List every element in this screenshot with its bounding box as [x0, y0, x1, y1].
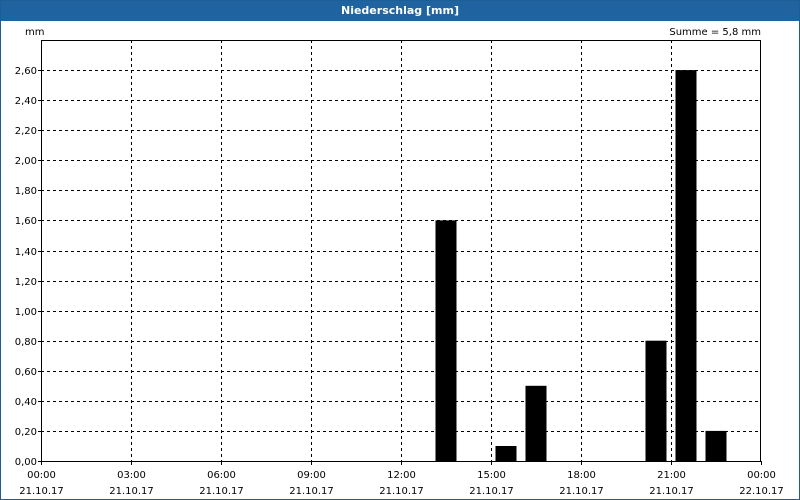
x-tick-time-label: 15:00	[477, 470, 506, 481]
chart-title: Niederschlag [mm]	[1, 1, 799, 21]
y-tick-label: 0,60	[15, 367, 37, 378]
x-tick-labels: 00:00 21.10.17 03:00 21.10.17 06:00 21.10.17 0…	[19, 470, 784, 497]
precipitation-bar	[705, 430, 727, 461]
x-tick-date-label: 21.10.17	[199, 486, 244, 497]
x-tick-date-label: 21.10.17	[379, 486, 424, 497]
y-tick-label: 2,00	[15, 156, 37, 167]
x-tick-date-label: 21.10.17	[109, 486, 154, 497]
x-tick-time-label: 12:00	[387, 470, 416, 481]
x-tick-date-label: 21.10.17	[469, 486, 514, 497]
y-tick-label: 0,80	[15, 337, 37, 348]
y-tick-label: 1,60	[15, 216, 37, 227]
x-tick-time-label: 00:00	[747, 470, 776, 481]
precipitation-bar	[495, 446, 517, 461]
x-tick-time-label: 18:00	[567, 470, 596, 481]
x-tick-time-label: 03:00	[117, 470, 146, 481]
x-tick-time-label: 21:00	[657, 470, 686, 481]
y-tick-label: 2,60	[15, 66, 37, 77]
y-tick-label: 1,00	[15, 307, 37, 318]
precipitation-bar	[435, 220, 457, 461]
x-tick-date-label: 21.10.17	[289, 486, 334, 497]
y-tick-label: 0,20	[15, 427, 37, 438]
chart-window: Niederschlag [mm] 0,00 0,20 0,40 0,60 0,80 1,…	[0, 0, 800, 500]
y-tick-labels: 0,00 0,20 0,40 0,60 0,80 1,00 1,20 1,40 1,60 1,80…	[15, 66, 37, 468]
x-tick-time-label: 00:00	[27, 470, 56, 481]
precipitation-bar	[675, 70, 697, 461]
x-tick-time-label: 06:00	[207, 470, 236, 481]
y-tick-label: 0,40	[15, 397, 37, 408]
sum-label: Summe = 5,8 mm	[669, 27, 761, 38]
y-tick-label: 1,20	[15, 277, 37, 288]
x-tick-date-label: 21.10.17	[19, 486, 64, 497]
x-tick-time-label: 09:00	[297, 470, 326, 481]
y-axis-unit-label: mm	[25, 27, 44, 38]
x-tick-date-label: 21.10.17	[649, 486, 694, 497]
y-tick-label: 2,20	[15, 126, 37, 137]
x-tick-date-label: 22.10.17	[739, 486, 784, 497]
x-tick-date-label: 21.10.17	[559, 486, 604, 497]
y-tick-label: 1,80	[15, 186, 37, 197]
precipitation-bar	[525, 385, 547, 461]
y-tick-label: 0,00	[15, 457, 37, 468]
precipitation-bar	[645, 340, 667, 461]
precipitation-chart: 0,00 0,20 0,40 0,60 0,80 1,00 1,20 1,40 1,60 1,80…	[15, 27, 784, 497]
y-tick-label: 2,40	[15, 96, 37, 107]
y-tick-label: 1,40	[15, 247, 37, 258]
